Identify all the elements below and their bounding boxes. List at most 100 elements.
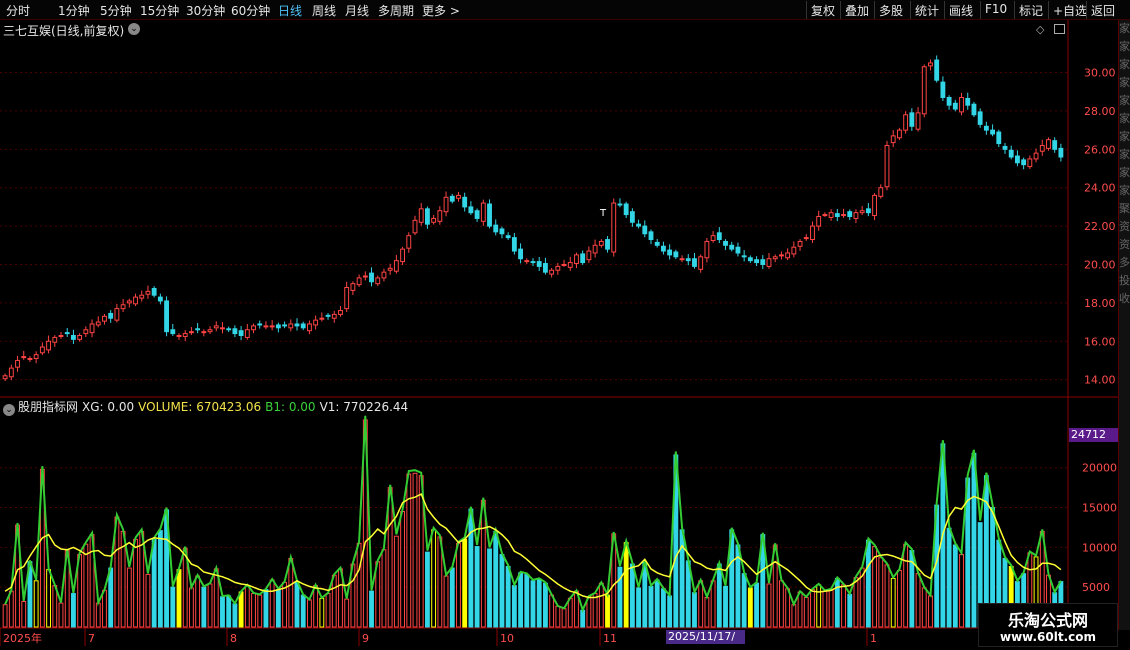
volume-bar [170,586,176,628]
volume-value: VOLUME: 670423.06 [138,400,262,414]
adjust-button[interactable]: 复权 [806,1,839,19]
candle-body [70,335,76,340]
period-tab-1min[interactable]: 1分钟 [58,2,90,19]
candle-body [170,329,176,335]
candle-body [822,214,828,217]
period-tab-15min[interactable]: 15分钟 [140,2,179,19]
candle-body [52,336,58,343]
volume-bar [704,597,710,628]
volume-bar [903,543,909,628]
candle-body [449,195,455,202]
candle-body [21,356,27,359]
volume-bar [344,598,350,628]
candle-body [39,346,45,354]
volume-bar [456,542,461,628]
candle-body [487,203,492,227]
candle-body [928,62,933,67]
candle-body [716,232,722,241]
x-tick-label: 11 [603,632,617,645]
volume-bar [83,543,89,628]
period-tab-daily[interactable]: 日线 [278,2,302,19]
candle-body [157,296,163,302]
more-menu-button[interactable]: 更多 > [422,2,460,19]
volume-bar [251,593,256,628]
volume-bar [549,594,555,628]
volume-bar [257,594,263,628]
candle-body [760,259,766,265]
candle-body [797,240,803,247]
volume-bar [145,573,151,628]
diamond-icon[interactable]: ◇ [1036,23,1044,36]
candle-body [8,367,14,378]
period-tab-intraday[interactable]: 分时 [6,2,30,19]
candle-body [406,235,412,249]
candle-body [176,335,182,337]
period-tab-60min[interactable]: 60分钟 [231,2,270,19]
volume-bar [474,546,480,628]
chevron-down-icon[interactable]: ⌄ [3,404,15,416]
period-tab-multi[interactable]: 多周期 [378,2,414,19]
multi-stock-button[interactable]: 多股 [874,1,907,19]
candle-body [313,319,319,326]
candle-body [1014,155,1020,164]
volume-bar [698,580,704,628]
indicator-name[interactable]: 股朋指标网 [18,400,78,414]
period-tab-5min[interactable]: 5分钟 [100,2,132,19]
candle-body [77,335,83,340]
volume-bar [493,530,499,628]
v1-value: V1: 770226.44 [319,400,409,414]
candle-body [977,111,983,125]
window-toggle-icon[interactable] [1054,24,1065,34]
candle-body [369,272,374,283]
candle-body [1021,159,1027,166]
volume-bar [580,609,586,628]
volume-bar [511,585,517,628]
volume-bar [834,577,840,628]
period-tab-30min[interactable]: 30分钟 [186,2,225,19]
candle-body [46,340,52,351]
period-tab-weekly[interactable]: 周线 [312,2,336,19]
volume-bar [723,585,728,628]
add-watchlist-button[interactable]: +自选 [1048,1,1091,19]
stats-button[interactable]: 统计 [910,1,943,19]
volume-bar [766,583,772,628]
candle-body [735,246,741,254]
candle-body [617,203,623,206]
volume-bar [487,548,492,628]
overlay-button[interactable]: 叠加 [840,1,873,19]
period-tab-monthly[interactable]: 月线 [345,2,369,19]
volume-bar [797,591,803,628]
mark-button[interactable]: 标记 [1014,1,1047,19]
volume-bar [108,567,114,628]
candle-body [859,210,865,214]
candle-body [648,231,654,241]
candle-body [462,196,468,208]
candle-body [182,333,188,337]
candle-body [592,244,598,254]
volume-bar [95,602,101,628]
candle-body [549,269,555,275]
side-info-strip[interactable]: 家家家家家家家家家家聚资资多投收 [1118,20,1130,630]
volume-bar [810,589,815,628]
volume-bar [642,561,648,628]
volume-bar [592,593,598,628]
volume-bar [524,573,530,628]
candle-body [853,212,859,219]
volume-tick-label: 15000 [1082,502,1117,515]
candle-body [704,240,710,259]
price-tick-label: 18.00 [1084,297,1116,310]
price-chart-title: 三七互娱(日线,前复权) [3,24,125,38]
draw-line-button[interactable]: 画线 [944,1,977,19]
volume-bar [325,593,331,628]
volume-bar [884,564,890,628]
candle-body [921,66,927,115]
candle-body [108,312,114,319]
chevron-down-icon[interactable]: ⌄ [128,23,140,35]
back-button[interactable]: 返回 [1086,1,1119,19]
volume-bar [288,558,294,628]
f10-button[interactable]: F10 [980,1,1011,19]
volume-bar [878,557,884,628]
chart-canvas[interactable]: 14.00 16.00 18.00 20.00 22.00 24.00 26.00 28.00… [0,0,1130,650]
candle-body [996,131,1002,145]
volume-bar [952,544,958,628]
